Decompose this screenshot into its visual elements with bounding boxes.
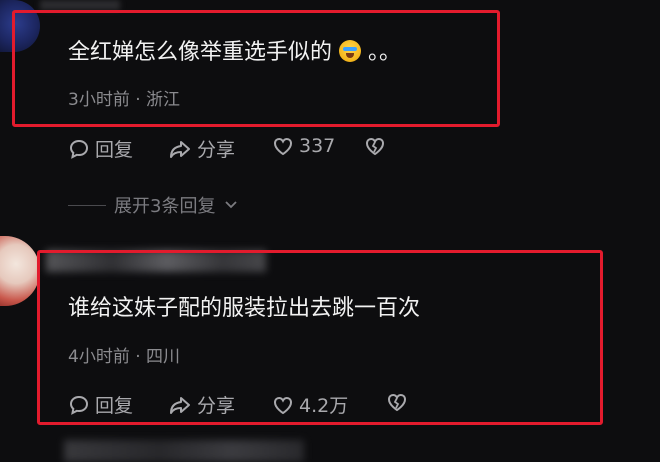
comment-meta: 3小时前 · 浙江: [68, 90, 181, 110]
broken-heart-icon: [365, 137, 385, 156]
like-button[interactable]: 337: [272, 135, 335, 157]
share-button[interactable]: 分享: [168, 135, 235, 162]
share-arrow-icon: [170, 140, 190, 158]
like-count: 337: [299, 135, 336, 157]
broken-heart-icon: [387, 393, 407, 412]
username-blurred: [40, 0, 120, 10]
like-count: 4.2万: [299, 395, 349, 417]
dislike-button[interactable]: [364, 135, 386, 157]
dislike-button[interactable]: [386, 391, 408, 413]
username-blurred: [64, 440, 304, 462]
heart-icon: [273, 137, 293, 156]
laughing-crying-emoji-icon: [339, 40, 362, 62]
comment-meta: 4小时前 · 四川: [68, 347, 181, 367]
share-arrow-icon: [170, 396, 190, 414]
share-button[interactable]: 分享: [168, 391, 235, 418]
like-button[interactable]: 4.2万: [272, 391, 348, 418]
heart-icon: [273, 396, 293, 414]
divider: [68, 204, 106, 206]
reply-button[interactable]: 回复: [68, 135, 133, 162]
chevron-down-icon: [225, 201, 238, 209]
expand-replies-button[interactable]: 展开3条回复: [68, 192, 239, 218]
comment-bubble-icon: [69, 395, 89, 415]
comment-bubble-icon: [69, 139, 89, 159]
comment-text: 谁给这妹子配的服装拉出去跳一百次: [68, 296, 421, 321]
user-avatar[interactable]: [0, 236, 40, 306]
reply-button[interactable]: 回复: [68, 391, 133, 418]
comment-text: 全红婵怎么像举重选手似的 。。: [68, 40, 402, 65]
